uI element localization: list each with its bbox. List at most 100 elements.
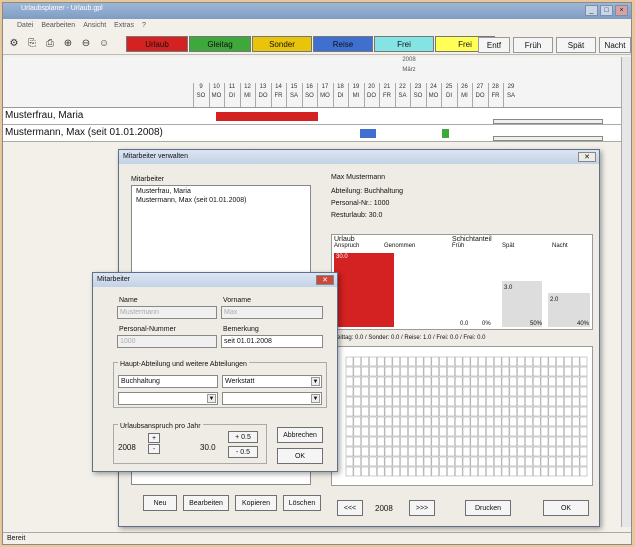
year-day-cell[interactable] bbox=[408, 406, 416, 417]
year-day-cell[interactable] bbox=[376, 396, 385, 407]
year-day-cell[interactable] bbox=[415, 386, 424, 397]
year-day-cell[interactable] bbox=[415, 396, 424, 407]
year-day-cell[interactable] bbox=[493, 446, 502, 457]
year-day-cell[interactable] bbox=[540, 466, 549, 477]
year-day-cell[interactable] bbox=[470, 466, 479, 477]
shift-button-entf[interactable]: Entf bbox=[478, 37, 510, 53]
year-day-cell[interactable] bbox=[454, 396, 463, 407]
year-day-cell[interactable] bbox=[361, 456, 369, 467]
year-day-cell[interactable] bbox=[415, 466, 424, 477]
year-day-cell[interactable] bbox=[478, 446, 486, 457]
delete-button[interactable]: Löschen bbox=[283, 495, 321, 511]
edit-button[interactable]: Bearbeiten bbox=[183, 495, 229, 511]
year-day-cell[interactable] bbox=[571, 456, 580, 467]
absence-button-frei-1[interactable]: Frei bbox=[374, 36, 434, 52]
year-day-cell[interactable] bbox=[525, 446, 533, 457]
year-day-cell[interactable] bbox=[345, 456, 354, 467]
year-day-cell[interactable] bbox=[447, 416, 455, 427]
department-select-2[interactable]: Werkstatt ▼ bbox=[222, 375, 322, 388]
year-day-cell[interactable] bbox=[431, 386, 440, 397]
year-day-cell[interactable] bbox=[361, 356, 369, 367]
year-day-cell[interactable] bbox=[345, 416, 354, 427]
year-day-cell[interactable] bbox=[532, 356, 541, 367]
year-day-cell[interactable] bbox=[509, 376, 518, 387]
year-day-cell[interactable] bbox=[493, 396, 502, 407]
year-day-cell[interactable] bbox=[462, 356, 471, 367]
year-day-cell[interactable] bbox=[540, 446, 549, 457]
year-day-cell[interactable] bbox=[400, 436, 408, 447]
year-day-cell[interactable] bbox=[376, 466, 385, 477]
chevron-down-icon[interactable]: ▼ bbox=[311, 377, 320, 386]
menu-extras[interactable]: Extras bbox=[114, 22, 134, 33]
year-day-cell[interactable] bbox=[579, 436, 588, 447]
year-day-cell[interactable] bbox=[470, 406, 479, 417]
year-day-cell[interactable] bbox=[353, 416, 362, 427]
year-day-cell[interactable] bbox=[501, 446, 510, 457]
year-day-cell[interactable] bbox=[579, 366, 588, 377]
year-day-cell[interactable] bbox=[454, 366, 463, 377]
year-day-cell[interactable] bbox=[579, 466, 588, 477]
year-day-cell[interactable] bbox=[548, 456, 557, 467]
year-day-cell[interactable] bbox=[532, 376, 541, 387]
year-day-cell[interactable] bbox=[384, 406, 393, 417]
year-day-cell[interactable] bbox=[462, 366, 471, 377]
year-day-cell[interactable] bbox=[571, 426, 580, 437]
department-select-3[interactable]: ▼ bbox=[118, 392, 218, 405]
year-day-cell[interactable] bbox=[462, 396, 471, 407]
absence-button-urlaub[interactable]: Urlaub bbox=[126, 36, 188, 52]
year-day-cell[interactable] bbox=[423, 466, 432, 477]
year-day-cell[interactable] bbox=[423, 456, 432, 467]
year-day-cell[interactable] bbox=[400, 366, 408, 377]
travel-bar[interactable] bbox=[360, 129, 376, 138]
year-day-cell[interactable] bbox=[571, 406, 580, 417]
year-day-cell[interactable] bbox=[548, 416, 557, 427]
year-day-cell[interactable] bbox=[447, 366, 455, 377]
year-day-cell[interactable] bbox=[579, 456, 588, 467]
year-day-cell[interactable] bbox=[361, 386, 369, 397]
year-day-cell[interactable] bbox=[408, 416, 416, 427]
year-day-cell[interactable] bbox=[548, 366, 557, 377]
year-day-cell[interactable] bbox=[517, 426, 525, 437]
year-day-cell[interactable] bbox=[571, 356, 580, 367]
minimize-button[interactable]: _ bbox=[585, 5, 598, 16]
personal-number-field[interactable]: 1000 bbox=[117, 335, 217, 348]
vertical-scrollbar[interactable] bbox=[621, 57, 631, 527]
year-day-cell[interactable] bbox=[415, 426, 424, 437]
year-day-cell[interactable] bbox=[439, 436, 447, 447]
year-day-cell[interactable] bbox=[564, 406, 572, 417]
year-day-cell[interactable] bbox=[400, 446, 408, 457]
year-day-cell[interactable] bbox=[361, 466, 369, 477]
year-day-cell[interactable] bbox=[439, 356, 447, 367]
department-select-4[interactable]: ▼ bbox=[222, 392, 322, 405]
year-day-cell[interactable] bbox=[478, 386, 486, 397]
year-day-cell[interactable] bbox=[579, 446, 588, 457]
year-day-cell[interactable] bbox=[571, 436, 580, 447]
zoom-in-icon[interactable]: ⊕ bbox=[61, 37, 75, 51]
year-day-cell[interactable] bbox=[462, 416, 471, 427]
year-day-cell[interactable] bbox=[353, 396, 362, 407]
year-day-cell[interactable] bbox=[376, 356, 385, 367]
year-day-cell[interactable] bbox=[478, 356, 486, 367]
year-day-cell[interactable] bbox=[579, 386, 588, 397]
year-day-cell[interactable] bbox=[384, 376, 393, 387]
year-day-cell[interactable] bbox=[454, 416, 463, 427]
year-day-cell[interactable] bbox=[384, 386, 393, 397]
print-button[interactable]: Drucken bbox=[465, 500, 511, 516]
year-day-cell[interactable] bbox=[408, 376, 416, 387]
year-day-cell[interactable] bbox=[486, 376, 494, 387]
year-day-cell[interactable] bbox=[501, 406, 510, 417]
year-day-cell[interactable] bbox=[517, 456, 525, 467]
year-day-cell[interactable] bbox=[369, 456, 377, 467]
year-day-cell[interactable] bbox=[462, 426, 471, 437]
year-day-cell[interactable] bbox=[478, 426, 486, 437]
year-day-cell[interactable] bbox=[525, 456, 533, 467]
year-day-cell[interactable] bbox=[540, 416, 549, 427]
year-day-cell[interactable] bbox=[353, 466, 362, 477]
year-day-cell[interactable] bbox=[408, 466, 416, 477]
year-day-cell[interactable] bbox=[439, 426, 447, 437]
year-day-cell[interactable] bbox=[486, 386, 494, 397]
year-day-cell[interactable] bbox=[509, 386, 518, 397]
menu-bearbeiten[interactable]: Bearbeiten bbox=[41, 22, 75, 33]
year-day-cell[interactable] bbox=[478, 466, 486, 477]
year-day-cell[interactable] bbox=[345, 366, 354, 377]
